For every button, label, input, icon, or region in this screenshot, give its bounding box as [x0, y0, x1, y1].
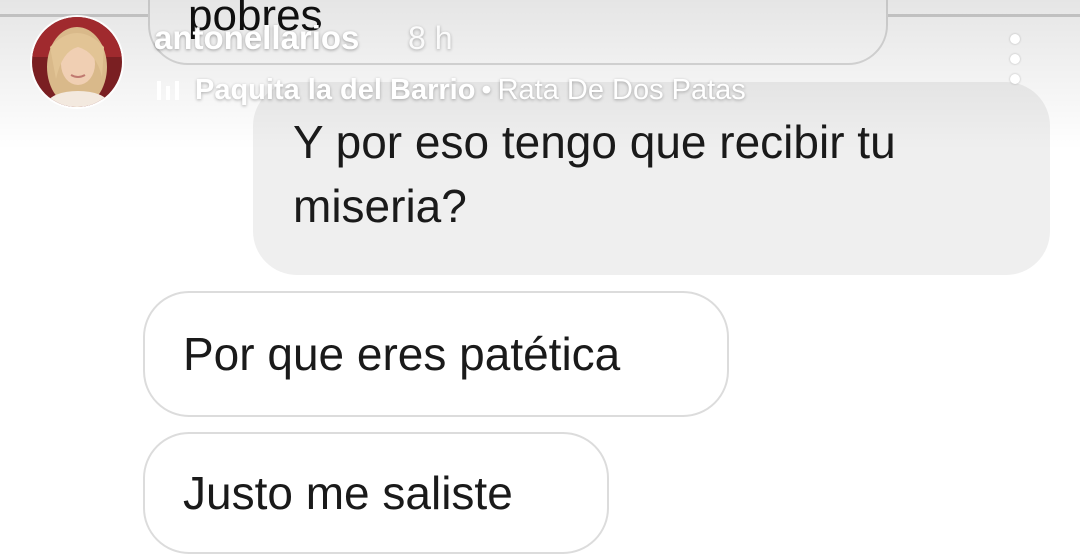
message-text: Justo me saliste	[183, 467, 513, 519]
message-text: Por que eres patética	[183, 328, 621, 380]
music-artist: Paquita la del Barrio	[195, 74, 476, 106]
more-dot-icon	[1010, 74, 1020, 84]
story-username[interactable]: antonellarios	[154, 18, 359, 58]
story-timestamp: 8 h	[408, 20, 453, 56]
music-song: Rata De Dos Patas	[497, 74, 746, 106]
more-options-button[interactable]	[1000, 34, 1030, 84]
story-viewer: pobres Y por eso tengo que recibir tu mi…	[0, 0, 1080, 558]
avatar[interactable]	[32, 17, 122, 107]
message-bubble-other: Por que eres patética	[143, 291, 729, 417]
message-bubble-own: Y por eso tengo que recibir tu miseria?	[253, 82, 1050, 275]
music-bars-icon	[157, 81, 179, 100]
more-dot-icon	[1010, 54, 1020, 64]
more-dot-icon	[1010, 34, 1020, 44]
story-music-label[interactable]: Paquita la del Barrio • Rata De Dos Patas	[195, 72, 746, 108]
message-text: Y por eso tengo que recibir tu miseria?	[293, 116, 896, 232]
music-separator: •	[481, 74, 492, 106]
profile-photo-icon	[32, 17, 122, 107]
message-bubble-other: Justo me saliste	[143, 432, 609, 554]
